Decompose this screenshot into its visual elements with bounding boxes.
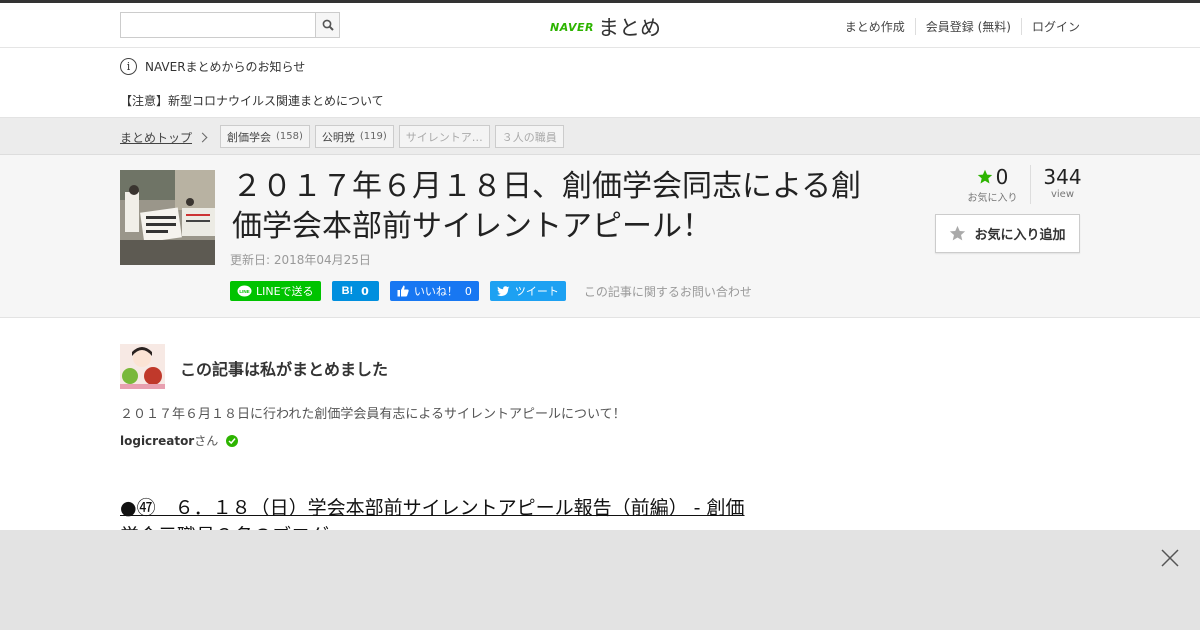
search-input[interactable] — [120, 12, 315, 38]
thumbs-up-icon — [397, 285, 409, 297]
line-icon: LINE — [237, 285, 252, 296]
site-logo[interactable]: NAVER まとめ — [550, 12, 661, 42]
tag-item[interactable]: 公明党 (119) — [314, 125, 394, 148]
article-header: ２０１７年６月１８日、創価学会同志による創価学会本部前サイレントアピール！ 更新… — [0, 155, 1200, 318]
protest-photo-image — [120, 170, 215, 265]
tag-count: (158) — [276, 131, 303, 142]
nav-login[interactable]: ログイン — [1020, 18, 1080, 35]
hatena-bookmark-button[interactable]: B! 0 — [331, 281, 379, 301]
star-icon — [977, 169, 992, 184]
nav-create-matome[interactable]: まとめ作成 — [835, 18, 915, 35]
facebook-like-label: いいね！ — [413, 285, 458, 298]
info-icon: i — [120, 58, 137, 75]
logo-brand: NAVER — [550, 20, 594, 34]
breadcrumb-top[interactable]: まとめトップ — [120, 129, 208, 146]
article-thumbnail[interactable] — [120, 170, 215, 265]
bottom-ad-overlay — [0, 530, 1200, 630]
favorites-count: 0 — [995, 165, 1009, 189]
facebook-like-count: 0 — [464, 284, 472, 298]
tag-item[interactable]: 創価学会 (158) — [220, 125, 310, 148]
tag-label: ３人の職員 — [501, 130, 557, 144]
hatena-count: 0 — [361, 284, 369, 298]
star-outline-icon — [950, 225, 966, 241]
breadcrumb: まとめトップ 創価学会 (158) 公明党 (119) サイレントア… ３人の職… — [0, 118, 1200, 155]
avatar-image — [120, 344, 165, 389]
verified-check-icon — [226, 434, 239, 447]
article-contact-link[interactable]: この記事に関するお問い合わせ — [584, 283, 752, 300]
search-icon — [322, 19, 334, 31]
add-favorite-label: お気に入り追加 — [974, 228, 1066, 243]
nav-register[interactable]: 会員登録 (無料) — [914, 18, 1021, 35]
notice-link[interactable]: 【注意】新型コロナウイルス関連まとめについて — [120, 92, 384, 109]
avatar[interactable] — [120, 344, 165, 389]
chevron-right-icon — [197, 132, 208, 143]
article-updated-date: 更新日: 2018年04月25日 — [230, 253, 371, 267]
line-share-label: LINEで送る — [256, 285, 314, 298]
twitter-bird-icon — [496, 285, 510, 296]
add-favorite-button[interactable]: お気に入り追加 — [935, 214, 1080, 253]
favorites-label: お気に入り — [967, 193, 1018, 204]
tag-count: (119) — [359, 131, 387, 142]
notice-area: i NAVERまとめからのお知らせ 【注意】新型コロナウイルス関連まとめについて — [0, 48, 1200, 118]
search-button[interactable] — [315, 12, 340, 38]
notice-heading: i NAVERまとめからのお知らせ — [120, 58, 305, 75]
tag-label: 創価学会 — [227, 130, 271, 144]
tag-label: サイレントア… — [405, 130, 483, 144]
facebook-like-button[interactable]: いいね！ 0 — [389, 281, 479, 301]
favorites-stat: 0 お気に入り — [955, 165, 1030, 204]
tag-label: 公明党 — [321, 130, 355, 144]
tag-item[interactable]: サイレントア… — [398, 125, 490, 148]
tag-item[interactable]: ３人の職員 — [494, 125, 564, 148]
breadcrumb-top-label: まとめトップ — [120, 131, 193, 145]
author-byline: logicreator さん — [120, 432, 239, 449]
favorites-count-row: 0 — [955, 165, 1030, 189]
author-heading: この記事は私がまとめました — [180, 360, 389, 379]
author-name[interactable]: logicreator — [120, 434, 194, 448]
views-count: 344 — [1043, 165, 1082, 189]
notice-heading-text: NAVERまとめからのお知らせ — [145, 60, 306, 74]
search-box — [120, 12, 340, 38]
views-stat: 344 view — [1030, 165, 1094, 204]
share-buttons: LINE LINEで送る B! 0 いいね！ 0 ツイート この記事に関するお問… — [230, 281, 752, 301]
article-stats: 0 お気に入り 344 view — [955, 165, 1094, 204]
author-suffix: さん — [194, 434, 219, 448]
author-description: ２０１７年６月１８日に行われた創価学会員有志によるサイレントアピールについて！ — [120, 407, 626, 422]
tweet-button[interactable]: ツイート — [489, 281, 566, 301]
tag-list: 創価学会 (158) 公明党 (119) サイレントア… ３人の職員 — [220, 125, 569, 148]
views-label: view — [1050, 189, 1075, 200]
close-icon[interactable] — [1160, 548, 1180, 568]
logo-text: まとめ — [597, 16, 661, 40]
site-header: NAVER まとめ まとめ作成 会員登録 (無料) ログイン — [0, 3, 1200, 48]
hatena-icon: B! — [341, 285, 354, 297]
svg-text:LINE: LINE — [239, 289, 249, 294]
header-nav: まとめ作成 会員登録 (無料) ログイン — [835, 18, 1080, 35]
article-title: ２０１７年６月１８日、創価学会同志による創価学会本部前サイレントアピール！ — [232, 169, 862, 244]
tweet-label: ツイート — [514, 285, 559, 298]
line-share-button[interactable]: LINE LINEで送る — [230, 281, 321, 301]
